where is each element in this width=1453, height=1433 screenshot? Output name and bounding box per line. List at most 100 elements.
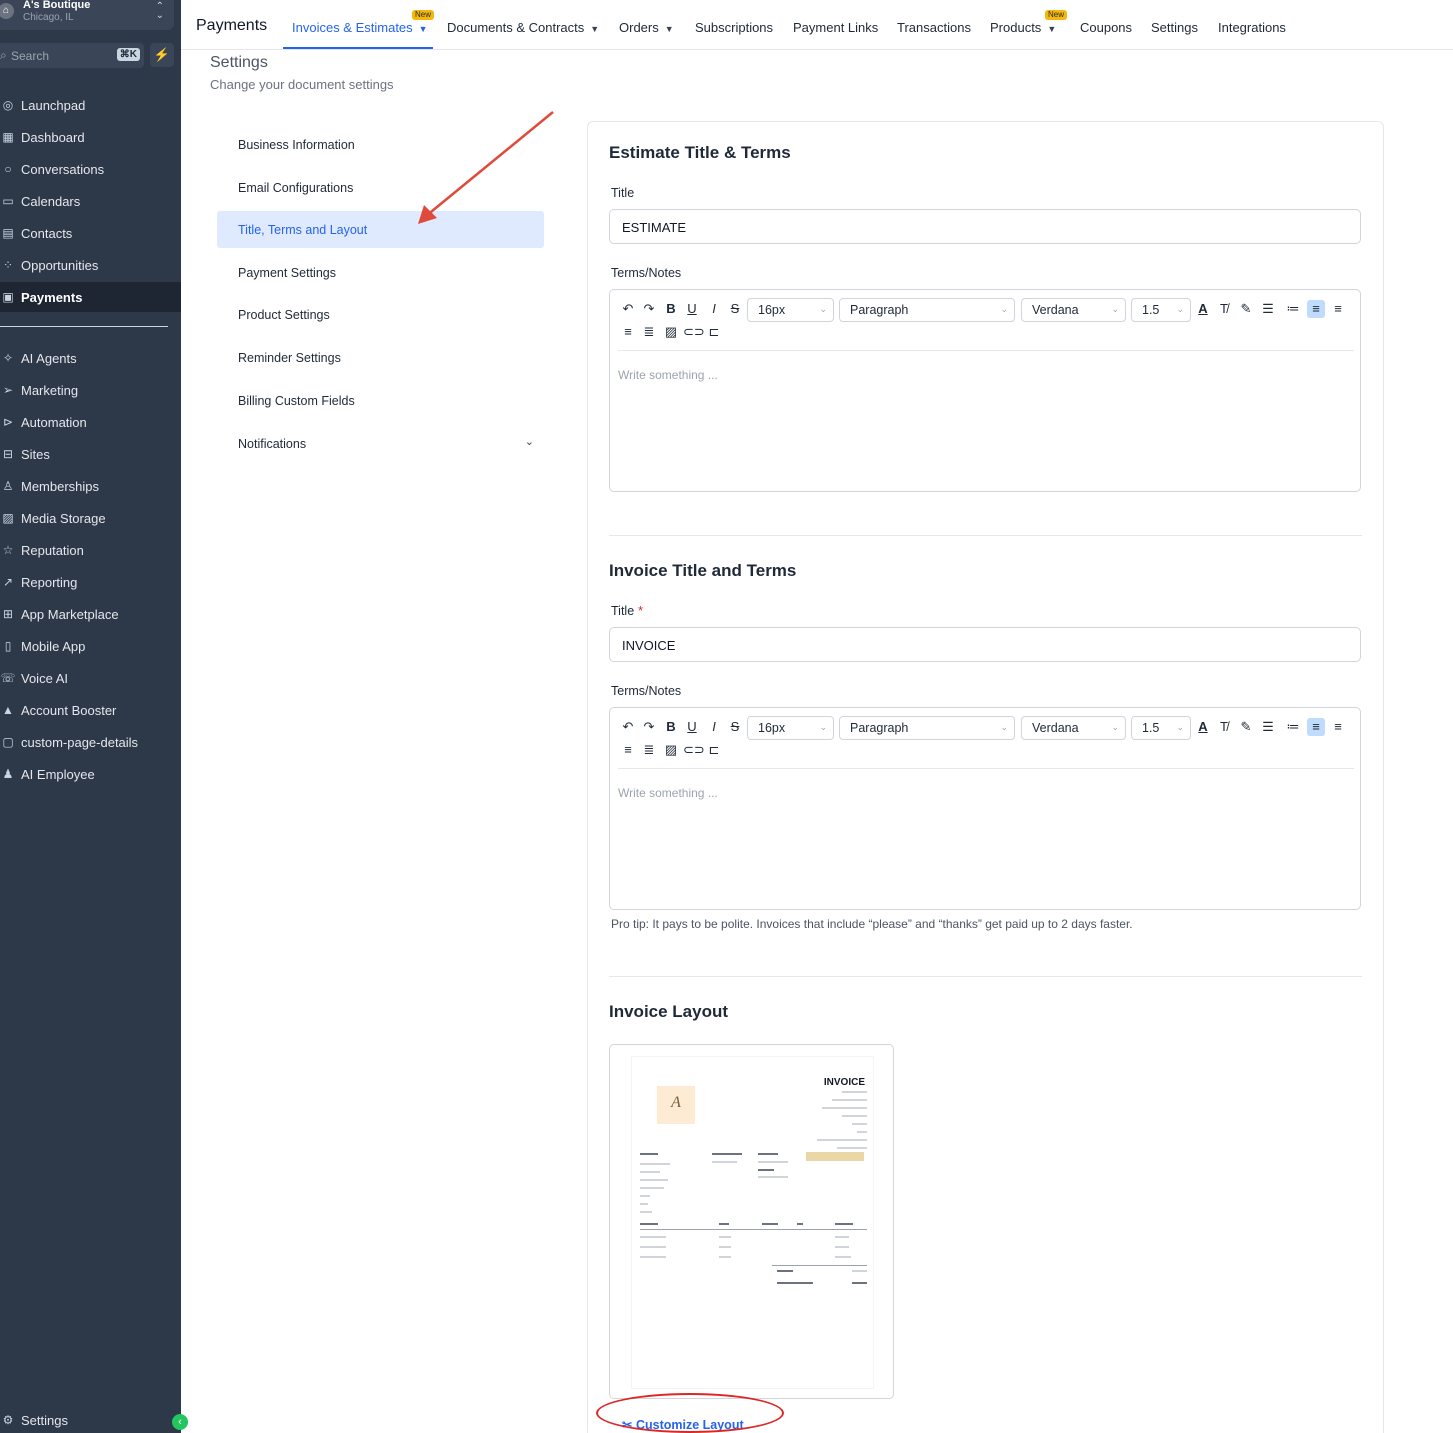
invoice-title-label-text: Title	[611, 604, 635, 618]
underline-icon[interactable]: U	[683, 300, 701, 318]
sidebar-item-dashboard[interactable]: ▦ Dashboard	[0, 122, 181, 152]
sidebar-item-account-booster[interactable]: ▲ Account Booster	[0, 695, 181, 725]
image-icon[interactable]: ▨	[662, 323, 680, 341]
embed-icon[interactable]: ⊏	[705, 323, 723, 341]
tab-subscriptions[interactable]: Subscriptions	[695, 20, 773, 35]
settings-nav-product-settings[interactable]: Product Settings	[217, 296, 544, 333]
sidebar-item-custom-page-details[interactable]: ▢ custom-page-details	[0, 727, 181, 757]
tab-invoices-estimates[interactable]: Invoices & Estimates ▼	[292, 20, 428, 35]
undo-icon[interactable]: ↶	[619, 718, 637, 736]
tab-documents-contracts[interactable]: Documents & Contracts ▼	[447, 20, 599, 35]
settings-nav-billing-custom-fields[interactable]: Billing Custom Fields	[217, 382, 544, 419]
preview-line	[719, 1223, 729, 1225]
line-height-select[interactable]: 1.5 ⌄	[1131, 716, 1191, 740]
align-right-icon[interactable]: ≡	[619, 741, 637, 759]
bold-icon[interactable]: B	[662, 718, 680, 736]
quick-action-bolt-icon[interactable]: ⚡	[150, 43, 174, 67]
redo-icon[interactable]: ↷	[640, 718, 658, 736]
invoice-terms-editor[interactable]: ↶ ↷ B U I S 16px ⌄ Paragraph ⌄ Verdana ⌄ 1.…	[609, 707, 1361, 910]
align-left-icon[interactable]: ≡	[1307, 718, 1325, 736]
preview-line	[640, 1203, 648, 1205]
align-justify-icon[interactable]: ≣	[640, 323, 658, 341]
sidebar-item-reputation[interactable]: ☆ Reputation	[0, 535, 181, 565]
numbered-list-icon[interactable]: ≔	[1284, 300, 1302, 318]
font-size-select[interactable]: 16px ⌄	[747, 716, 834, 740]
line-height-select[interactable]: 1.5 ⌄	[1131, 298, 1191, 322]
tab-coupons[interactable]: Coupons	[1080, 20, 1132, 35]
sidebar-item-voice-ai[interactable]: ☏ Voice AI	[0, 663, 181, 693]
block-type-select[interactable]: Paragraph ⌄	[839, 298, 1015, 322]
text-color-icon[interactable]: A	[1194, 718, 1212, 736]
sidebar-item-memberships[interactable]: ♙ Memberships	[0, 471, 181, 501]
sidebar-item-calendars[interactable]: ▭ Calendars	[0, 186, 181, 216]
link-icon[interactable]: ⊂⊃	[683, 741, 705, 759]
clear-format-icon[interactable]: T̸	[1215, 300, 1233, 318]
estimate-terms-editor[interactable]: ↶ ↷ B U I S 16px ⌄ Paragraph ⌄ Verdana ⌄ 1.…	[609, 289, 1361, 492]
tab-transactions[interactable]: Transactions	[897, 20, 971, 35]
italic-icon[interactable]: I	[705, 300, 723, 318]
tab-label: Transactions	[897, 20, 971, 35]
image-icon[interactable]: ▨	[662, 741, 680, 759]
sidebar-item-mobile-app[interactable]: ▯ Mobile App	[0, 631, 181, 661]
sidebar-item-payments[interactable]: ▣ Payments	[0, 282, 181, 312]
tab-payment-links[interactable]: Payment Links	[793, 20, 878, 35]
align-right-icon[interactable]: ≡	[619, 323, 637, 341]
sidebar-item-marketing[interactable]: ➢ Marketing	[0, 375, 181, 405]
bold-icon[interactable]: B	[662, 300, 680, 318]
align-center-icon[interactable]: ≡	[1329, 718, 1347, 736]
preview-line	[640, 1256, 666, 1258]
italic-icon[interactable]: I	[705, 718, 723, 736]
align-center-icon[interactable]: ≡	[1329, 300, 1347, 318]
font-size-select[interactable]: 16px ⌄	[747, 298, 834, 322]
embed-icon[interactable]: ⊏	[705, 741, 723, 759]
sidebar-item-reporting[interactable]: ↗ Reporting	[0, 567, 181, 597]
sidebar-item-sites[interactable]: ⊟ Sites	[0, 439, 181, 469]
tab-integrations[interactable]: Integrations	[1218, 20, 1286, 35]
tab-products[interactable]: Products ▼	[990, 20, 1056, 35]
location-switcher[interactable]: ⌂ A's Boutique Chicago, IL ⌃ ⌄	[0, 0, 174, 30]
font-family-select[interactable]: Verdana ⌄	[1021, 298, 1126, 322]
tab-orders[interactable]: Orders ▼	[619, 20, 674, 35]
sidebar-item-ai-employee[interactable]: ♟ AI Employee	[0, 759, 181, 789]
highlight-icon[interactable]: ✎	[1237, 718, 1255, 736]
numbered-list-icon[interactable]: ≔	[1284, 718, 1302, 736]
tab-settings[interactable]: Settings	[1151, 20, 1198, 35]
settings-nav-payment-settings[interactable]: Payment Settings	[217, 254, 544, 291]
highlight-icon[interactable]: ✎	[1237, 300, 1255, 318]
sidebar-item-app-marketplace[interactable]: ⊞ App Marketplace	[0, 599, 181, 629]
sidebar-item-settings[interactable]: ⚙ Settings	[0, 1405, 181, 1433]
preview-line	[758, 1176, 788, 1178]
link-icon[interactable]: ⊂⊃	[683, 323, 705, 341]
invoice-title-input[interactable]: INVOICE	[609, 627, 1361, 662]
bullet-list-icon[interactable]: ☰	[1259, 300, 1277, 318]
estimate-title-input[interactable]: ESTIMATE	[609, 209, 1361, 244]
search-input[interactable]: ⌕ Search ⌘K	[0, 43, 144, 68]
text-color-icon[interactable]: A	[1194, 300, 1212, 318]
sidebar-item-launchpad[interactable]: ◎ Launchpad	[0, 90, 181, 120]
collapse-sidebar-icon[interactable]: ‹	[172, 1414, 188, 1430]
preview-line	[817, 1139, 867, 1141]
settings-nav-reminder-settings[interactable]: Reminder Settings	[217, 339, 544, 376]
undo-icon[interactable]: ↶	[619, 300, 637, 318]
sidebar-item-media-storage[interactable]: ▨ Media Storage	[0, 503, 181, 533]
redo-icon[interactable]: ↷	[640, 300, 658, 318]
strikethrough-icon[interactable]: S	[726, 300, 744, 318]
block-type-select[interactable]: Paragraph ⌄	[839, 716, 1015, 740]
sidebar-item-automation[interactable]: ⊳ Automation	[0, 407, 181, 437]
strikethrough-icon[interactable]: S	[726, 718, 744, 736]
new-badge: New	[412, 10, 435, 20]
bullet-list-icon[interactable]: ☰	[1259, 718, 1277, 736]
invoice-layout-preview[interactable]: A INVOICE	[609, 1044, 894, 1399]
clear-format-icon[interactable]: T̸	[1215, 718, 1233, 736]
booster-icon: ▲	[2, 703, 14, 717]
sidebar-item-conversations[interactable]: ○ Conversations	[0, 154, 181, 184]
align-justify-icon[interactable]: ≣	[640, 741, 658, 759]
font-family-select[interactable]: Verdana ⌄	[1021, 716, 1126, 740]
sidebar-item-opportunities[interactable]: ⁘ Opportunities	[0, 250, 181, 280]
sidebar-item-ai-agents[interactable]: ✧ AI Agents	[0, 343, 181, 373]
tab-label: Settings	[1151, 20, 1198, 35]
settings-nav-notifications[interactable]: Notifications ⌄	[217, 425, 544, 462]
underline-icon[interactable]: U	[683, 718, 701, 736]
sidebar-item-contacts[interactable]: ▤ Contacts	[0, 218, 181, 248]
align-left-icon[interactable]: ≡	[1307, 300, 1325, 318]
